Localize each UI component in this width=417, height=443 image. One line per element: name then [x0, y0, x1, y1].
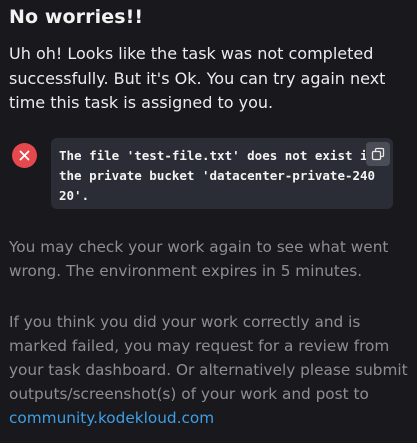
review-text: If you think you did your work correctly…	[9, 313, 408, 403]
copy-button[interactable]	[366, 142, 390, 166]
error-code-block: The file 'test-file.txt' does not exist …	[51, 138, 393, 209]
copy-icon	[371, 147, 385, 161]
check-message: You may check your work again to see wha…	[9, 238, 389, 280]
intro-message: Uh oh! Looks like the task was not compl…	[9, 44, 386, 112]
page-title: No worries!!	[9, 6, 144, 28]
community-link[interactable]: community.kodekloud.com	[9, 409, 214, 427]
review-message: If you think you did your work correctly…	[9, 310, 409, 430]
x-circle-icon	[12, 143, 37, 168]
error-message: The file 'test-file.txt' does not exist …	[59, 148, 376, 203]
